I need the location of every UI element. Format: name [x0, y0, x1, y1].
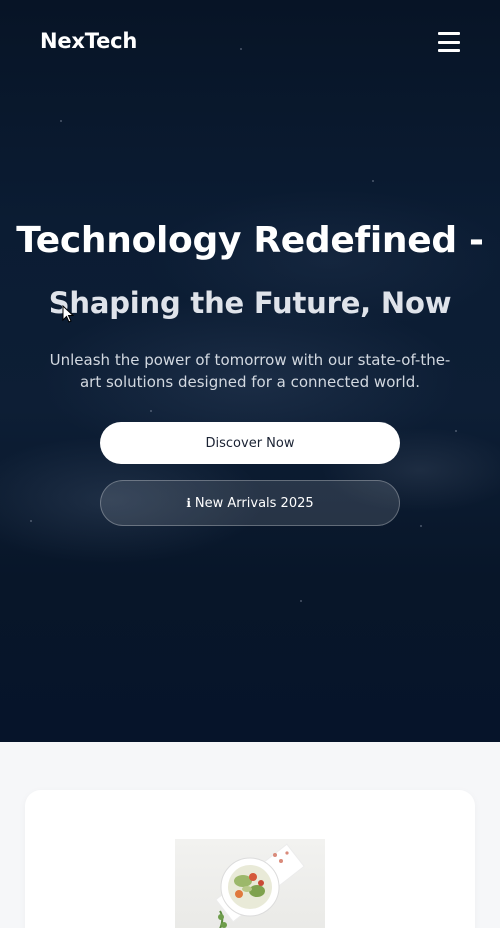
background-speck	[455, 430, 457, 432]
background-speck	[420, 525, 422, 527]
logo[interactable]: NexTech	[40, 29, 137, 53]
background-speck	[372, 180, 374, 182]
background-speck	[240, 48, 242, 50]
hero-section: NexTech Technology Redefined - Shaping t…	[0, 0, 500, 742]
hero-title: Technology Redefined -	[16, 220, 484, 261]
hero-subtitle: Shaping the Future, Now	[48, 286, 452, 320]
product-card[interactable]	[25, 790, 475, 928]
hamburger-menu-icon[interactable]	[437, 31, 461, 53]
new-arrivals-button[interactable]: ℹ New Arrivals 2025	[100, 480, 400, 526]
discover-now-button[interactable]: Discover Now	[100, 422, 400, 464]
info-icon: ℹ	[186, 496, 191, 510]
background-speck	[300, 600, 302, 602]
background-speck	[30, 520, 32, 522]
background-speck	[150, 410, 152, 412]
salad-bowl-image	[175, 839, 325, 928]
background-speck	[60, 120, 62, 122]
hero-description: Unleash the power of tomorrow with our s…	[49, 351, 451, 391]
mouse-cursor-icon	[62, 305, 74, 323]
new-arrivals-label: New Arrivals 2025	[194, 495, 314, 511]
